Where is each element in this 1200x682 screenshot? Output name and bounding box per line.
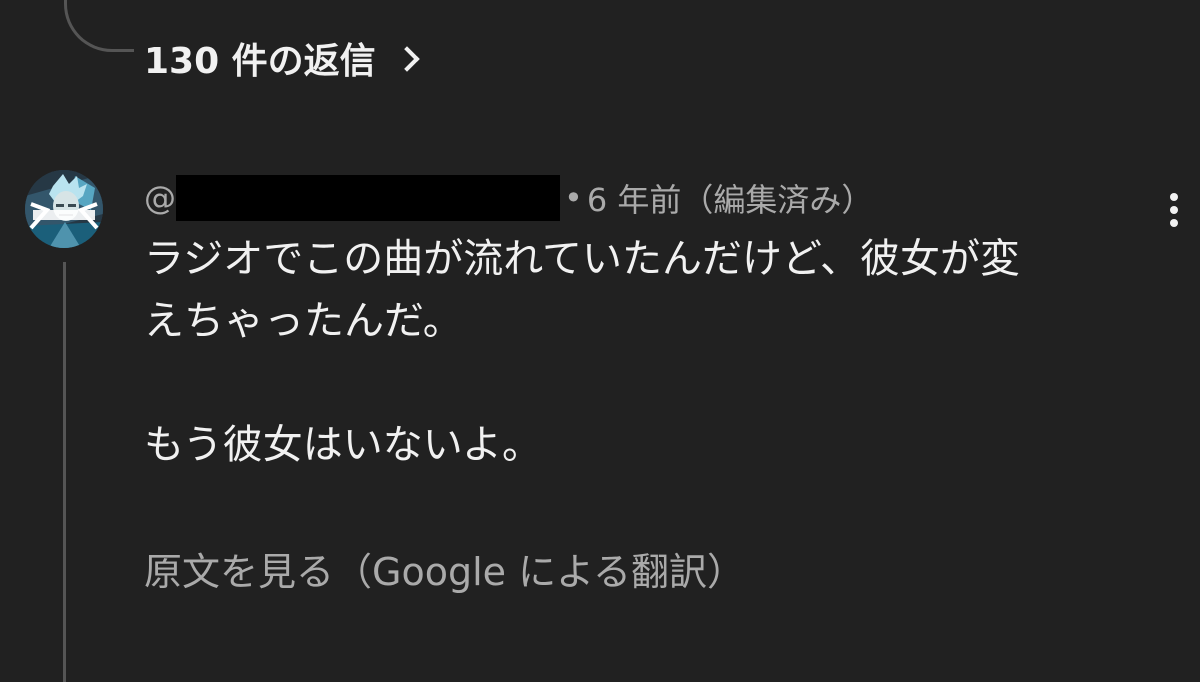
replies-count-label: 130 件の返信 <box>144 41 376 82</box>
thread-connector-curve <box>64 0 134 52</box>
comment-line: もう彼女はいないよ。 <box>144 422 542 468</box>
comment-meta: @ • 6 年前（編集済み） <box>144 172 873 224</box>
meta-separator: • <box>564 179 583 217</box>
see-original-link[interactable]: 原文を見る（Google による翻訳） <box>144 538 745 598</box>
comment-timestamp[interactable]: 6 年前（編集済み） <box>587 175 874 221</box>
comment-line: ラジオでこの曲が流れていたんだけど、彼女が変 <box>144 236 1020 282</box>
comment-line: えちゃったんだ。 <box>144 298 463 344</box>
redacted-username <box>176 175 560 221</box>
more-options-button[interactable] <box>1156 184 1192 236</box>
avatar-image <box>25 170 103 248</box>
chevron-right-icon <box>393 46 420 72</box>
author-handle-prefix[interactable]: @ <box>144 179 176 217</box>
avatar[interactable] <box>25 170 103 248</box>
thread-line <box>63 262 66 682</box>
more-vertical-icon-dot <box>1170 206 1178 214</box>
more-vertical-icon <box>1170 193 1178 201</box>
replies-link[interactable]: 130 件の返信 <box>144 32 420 84</box>
more-vertical-icon-dot <box>1170 219 1178 227</box>
comment-text: ラジオでこの曲が流れていたんだけど、彼女が変 えちゃったんだ。 もう彼女はいない… <box>144 228 1144 476</box>
